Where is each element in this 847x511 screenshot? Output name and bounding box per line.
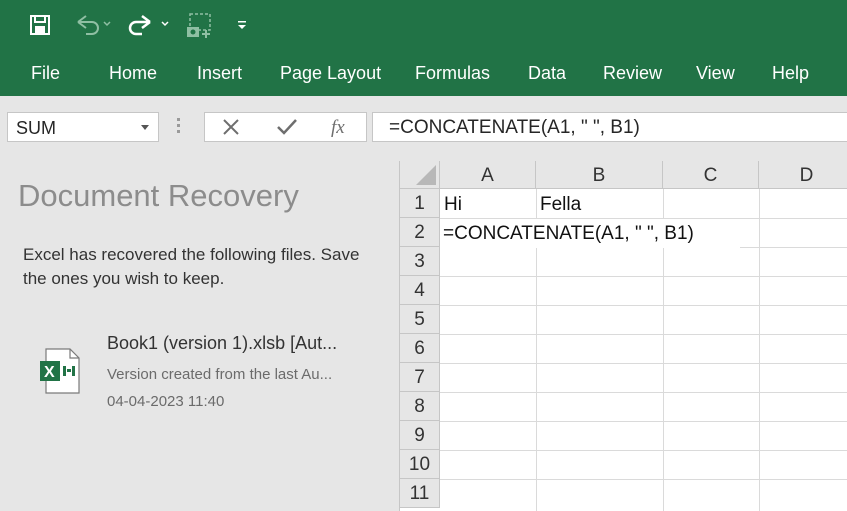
customize-qat-icon[interactable] — [236, 10, 248, 40]
row-header-9[interactable]: 9 — [400, 421, 440, 450]
formula-bar: SUM fx =CONCATENATE(A1, " ", B1) — [0, 96, 847, 161]
row-header-2[interactable]: 2 — [400, 218, 440, 247]
formula-buttons: fx — [204, 112, 367, 142]
column-header-c[interactable]: C — [663, 161, 759, 189]
tab-insert[interactable]: Insert — [197, 63, 242, 83]
row-header-4[interactable]: 4 — [400, 276, 440, 305]
column-header-a[interactable]: A — [440, 161, 536, 189]
gridline — [440, 305, 847, 306]
select-all-icon — [416, 165, 436, 185]
enter-checkmark-icon[interactable] — [276, 117, 298, 142]
gridline — [440, 421, 847, 422]
row-header-7[interactable]: 7 — [400, 363, 440, 392]
svg-text:fx: fx — [331, 117, 345, 138]
tab-home[interactable]: Home — [109, 63, 157, 83]
file-date: 04-04-2023 11:40 — [107, 393, 225, 410]
name-box[interactable]: SUM — [7, 112, 159, 142]
cell-a1[interactable]: Hi — [444, 190, 462, 219]
row-header-8[interactable]: 8 — [400, 392, 440, 421]
redo-icon[interactable] — [128, 10, 174, 40]
quick-access-toolbar — [0, 0, 847, 50]
gridline — [440, 392, 847, 393]
formula-input[interactable]: =CONCATENATE(A1, " ", B1) — [372, 112, 847, 142]
gridline — [759, 189, 760, 511]
column-header-d[interactable]: D — [759, 161, 847, 189]
chevron-down-icon[interactable] — [141, 125, 149, 130]
gridline — [440, 479, 847, 480]
row-header-6[interactable]: 6 — [400, 334, 440, 363]
cell-a2-editing[interactable]: =CONCATENATE(A1, " ", B1) — [440, 219, 740, 248]
row-header-11[interactable]: 11 — [400, 479, 440, 508]
tab-file[interactable]: File — [31, 63, 60, 83]
gridline — [440, 276, 847, 277]
recovery-message: Excel has recovered the following files.… — [23, 245, 360, 288]
cell-b1[interactable]: Fella — [540, 190, 581, 219]
recovered-file-item[interactable]: X Book1 (version 1).xlsb [Aut... Version… — [0, 329, 399, 415]
select-all-button[interactable] — [400, 161, 440, 189]
tab-data[interactable]: Data — [528, 63, 566, 83]
row-header-10[interactable]: 10 — [400, 450, 440, 479]
undo-icon[interactable] — [72, 10, 112, 40]
tab-formulas[interactable]: Formulas — [415, 63, 490, 83]
row-header-1[interactable]: 1 — [400, 189, 440, 218]
gridline — [440, 334, 847, 335]
excel-file-icon: X — [38, 347, 82, 400]
ribbon-tabs: File Home Insert Page Layout Formulas Da… — [0, 50, 847, 96]
tab-page-layout[interactable]: Page Layout — [280, 63, 381, 83]
row-header-3[interactable]: 3 — [400, 247, 440, 276]
cancel-icon[interactable] — [221, 117, 241, 142]
row-header-5[interactable]: 5 — [400, 305, 440, 334]
resize-handle-icon[interactable] — [177, 118, 181, 136]
file-name: Book1 (version 1).xlsb [Aut... — [107, 333, 338, 353]
pane-title: Document Recovery — [18, 178, 299, 213]
document-recovery-pane: Document Recovery Excel has recovered th… — [0, 161, 399, 511]
tab-review[interactable]: Review — [603, 63, 662, 83]
screenshot-icon[interactable] — [184, 10, 214, 40]
gridline — [440, 363, 847, 364]
gridline — [440, 450, 847, 451]
tab-view[interactable]: View — [696, 63, 735, 83]
column-header-b[interactable]: B — [536, 161, 663, 189]
file-description: Version created from the last Au... — [107, 366, 333, 383]
name-box-value: SUM — [16, 118, 56, 138]
insert-function-icon[interactable]: fx — [329, 115, 353, 144]
save-icon[interactable] — [28, 10, 52, 40]
formula-text: =CONCATENATE(A1, " ", B1) — [389, 117, 640, 138]
svg-text:X: X — [44, 364, 55, 381]
tab-help[interactable]: Help — [772, 63, 809, 83]
worksheet-grid[interactable]: A B C D 1 2 3 4 5 6 7 8 9 10 11 Hi Fella… — [399, 161, 847, 511]
